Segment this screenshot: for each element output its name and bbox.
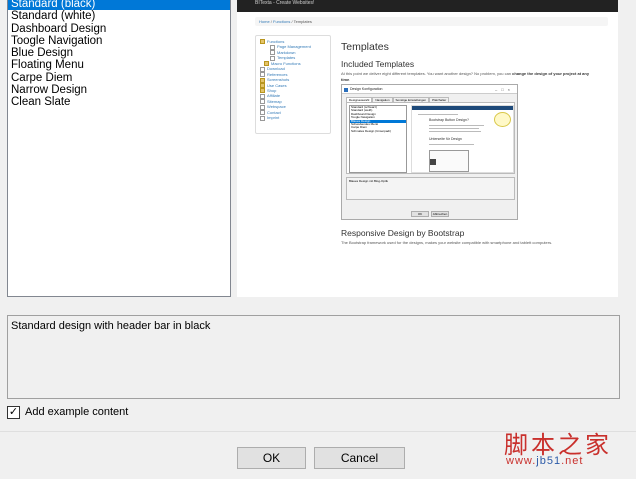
checkbox-box[interactable]: ✓ <box>7 405 20 419</box>
mini-dialog-title: Design Konfiguration –□× <box>342 85 517 94</box>
mini-dialog-body: Standard (schwarz) Standard (weiß) Dashboa… <box>346 102 515 174</box>
mini-dialog-list: Standard (schwarz) Standard (weiß) Dashboa… <box>349 105 407 173</box>
mini-preview-line <box>418 114 458 115</box>
preview-sidebar-item: Imprint <box>260 115 326 120</box>
preview-brand: BITexta - Create Websites! <box>255 0 315 6</box>
preview-paragraph-text: At this point we deliver eight different… <box>341 71 513 76</box>
mini-preview-section: Unterseite für Design <box>429 137 462 141</box>
preview-paragraph-end: . <box>349 76 351 82</box>
checkbox-label: Add example content <box>25 406 129 418</box>
add-example-content-checkbox[interactable]: ✓ Add example content <box>7 405 128 419</box>
preview-dialog-screenshot: Design Konfiguration –□× Designauswahl Na… <box>341 84 518 220</box>
preview-sidebar: Functions Page Management Markdown Template… <box>255 35 331 134</box>
preview-header-bar: BITexta - Create Websites! <box>237 0 618 12</box>
breadcrumb-item: Templates <box>293 19 312 24</box>
mini-dialog-cancel-button: Abbrechen <box>431 211 449 217</box>
preview-heading: Templates <box>341 41 389 53</box>
template-preview: BITexta - Create Websites! Home / Functi… <box>237 0 618 297</box>
template-list-item[interactable]: Standard (white) <box>8 10 230 22</box>
preview-subheading: Included Templates <box>341 59 415 69</box>
template-list-item[interactable]: Clean Slate <box>8 96 230 108</box>
watermark-url-prefix: www. <box>506 455 537 467</box>
template-list-item[interactable]: Narrow Design <box>8 84 230 96</box>
mini-dialog-title-text: Design Konfiguration <box>350 87 383 91</box>
mini-preview-navbar <box>412 106 513 110</box>
preview-breadcrumb: Home / Functions / Templates <box>255 17 608 26</box>
mini-dialog-ok-button: OK <box>411 211 429 217</box>
watermark-url: www.jb51.net <box>506 455 583 467</box>
cancel-button[interactable]: Cancel <box>314 447 405 469</box>
template-list-item[interactable]: Dashboard Design <box>8 23 230 35</box>
mini-preview-line <box>429 128 479 129</box>
mini-dialog-preview: Bootstrap Button Design? Unterseite für … <box>411 105 514 173</box>
watermark-url-highlight: jb51 <box>536 455 562 467</box>
mini-window-buttons-icon: –□× <box>495 87 514 92</box>
mini-preview-title: Bootstrap Button Design? <box>429 118 469 122</box>
mini-preview-thumbnail <box>430 159 436 165</box>
mini-preview-line <box>429 131 481 132</box>
preview-section-heading: Responsive Design by Bootstrap <box>341 228 465 238</box>
template-list-item[interactable]: Toogle Navigation <box>8 35 230 47</box>
mini-dialog-list-item: Schmales Design (Unserpadi) <box>351 128 391 133</box>
mini-preview-line <box>429 144 474 145</box>
ok-button[interactable]: OK <box>237 447 306 469</box>
mini-preview-line <box>429 125 484 126</box>
template-list-item[interactable]: Blue Design <box>8 47 230 59</box>
preview-paragraph: At this point we deliver eight different… <box>341 71 593 82</box>
template-list-item[interactable]: Carpe Diem <box>8 72 230 84</box>
breadcrumb-item: Home <box>259 19 270 24</box>
template-list-item[interactable]: Floating Menu <box>8 59 230 71</box>
mini-preview-speech-bubble <box>494 112 511 127</box>
template-description: Standard design with header bar in black <box>7 315 620 399</box>
mini-dialog-description: Blaues Design mit Blog-Optik <box>346 177 515 200</box>
preview-section-text: The Bootstrap framework used for the des… <box>341 240 553 245</box>
template-list-item[interactable]: Standard (black) <box>8 0 230 11</box>
watermark-url-suffix: .net <box>561 455 584 467</box>
site-watermark: 脚本之家 www.jb51.net <box>500 425 630 471</box>
template-list[interactable]: Standard (black) Standard (white) Dashboar… <box>7 0 231 297</box>
breadcrumb-item: Functions <box>273 19 291 24</box>
